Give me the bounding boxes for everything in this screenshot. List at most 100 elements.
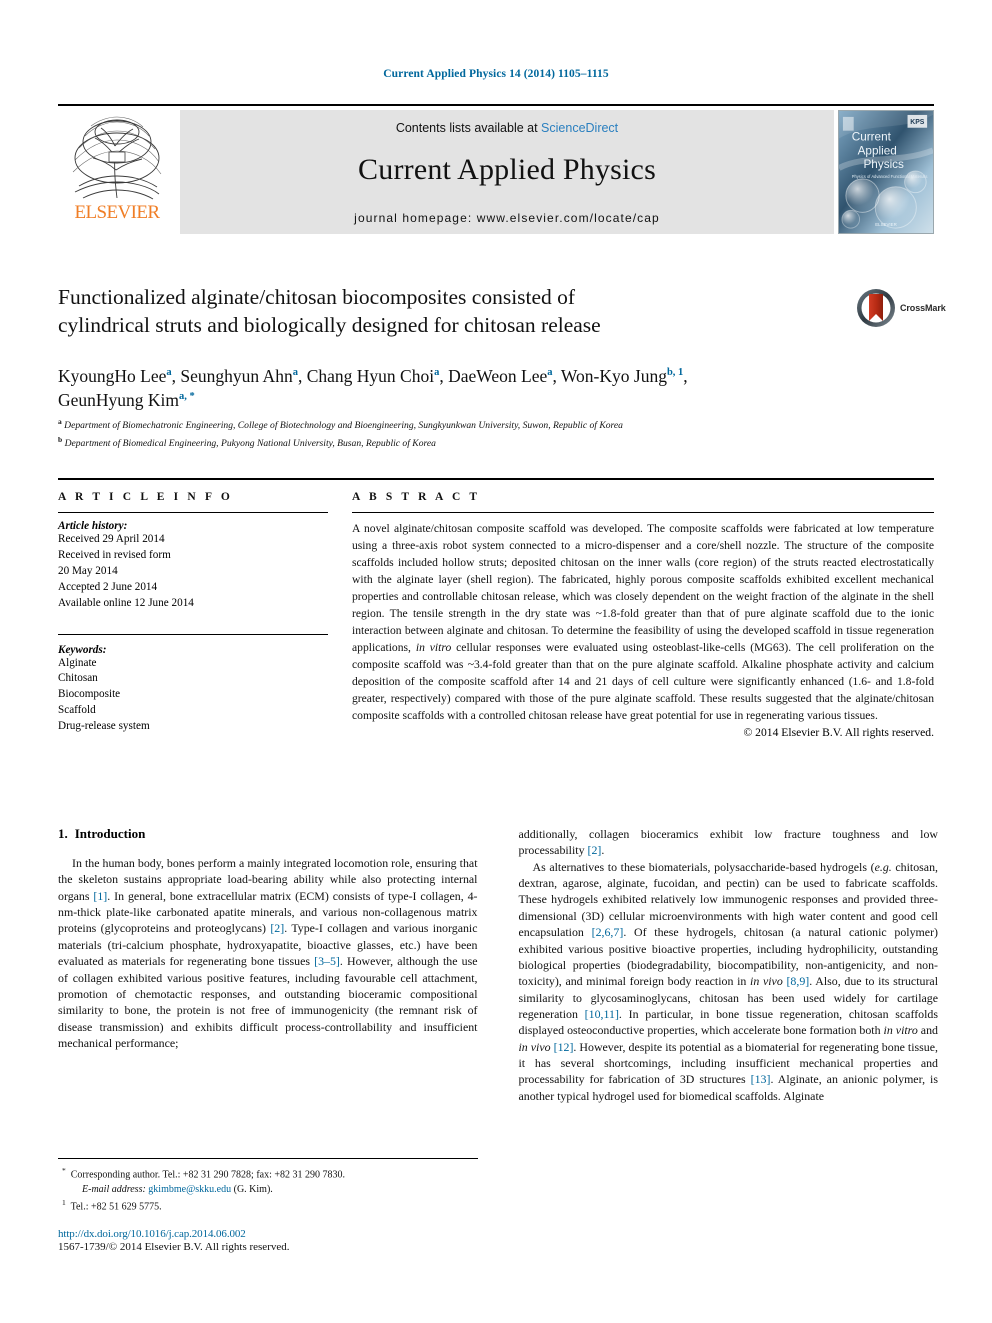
issn-copyright: 1567-1739/© 2014 Elsevier B.V. All right… [58, 1241, 290, 1253]
info-abstract-section: A R T I C L E I N F O Article history: R… [58, 478, 934, 739]
footnote-1-text: Tel.: +82 51 629 5775. [70, 1201, 162, 1213]
author-name-6: GeunHyung Kim [58, 390, 180, 411]
abstract-text: A novel alginate/chitosan composite scaf… [352, 520, 934, 724]
journal-cover-thumbnail: KPS Current Applied Physics Physics of A… [838, 110, 934, 234]
abstract-copyright: © 2014 Elsevier B.V. All rights reserved… [743, 726, 934, 740]
abstract-column: A B S T R A C T A novel alginate/chitosa… [346, 491, 934, 739]
svg-text:ELSEVIER: ELSEVIER [875, 222, 897, 227]
citation-2-6-7[interactable]: [2,6,7] [592, 925, 624, 939]
crossmark-icon [857, 289, 895, 327]
footnote-note-1: 1 Tel.: +82 51 629 5775. [58, 1197, 478, 1214]
article-info-rule [58, 512, 328, 513]
article-info-column: A R T I C L E I N F O Article history: R… [58, 491, 346, 739]
citation-8-9[interactable]: [8,9] [786, 974, 809, 988]
crossmark-badge[interactable]: CrossMark [856, 286, 952, 330]
in-vivo-italic-1: in vivo [750, 974, 783, 989]
author-sup-2[interactable]: a [293, 367, 298, 378]
affiliation-text-b: Department of Biomedical Engineering, Pu… [64, 437, 436, 449]
keywords-label: Keywords: [58, 643, 107, 656]
author-list: KyoungHo Leea, Seunghyun Ahna, Chang Hyu… [58, 366, 688, 411]
keyword-item: Biocomposite [58, 688, 121, 701]
author-sup-4[interactable]: a [547, 367, 552, 378]
in-vitro-italic-2: in vitro [883, 1023, 918, 1038]
intro-r-a: additionally, collagen bioceramics exhib… [518, 827, 939, 858]
author-name-5: Won-Kyo Jung [560, 366, 667, 386]
author-name-3: Chang Hyun Choi [306, 366, 435, 386]
footnotes-block: * Corresponding author. Tel.: +82 31 290… [58, 1158, 478, 1215]
article-history-item: Available online 12 June 2014 [58, 596, 194, 609]
cover-art: KPS Current Applied Physics Physics of A… [839, 111, 933, 233]
section-heading-introduction: 1. Introduction [58, 826, 478, 842]
citation-2[interactable]: [2] [270, 921, 284, 935]
author-sup-3[interactable]: a [434, 367, 439, 378]
citation-2b[interactable]: [2] [588, 843, 602, 857]
intro-r2-g: and [917, 1023, 938, 1038]
intro-r2-a: As alternatives to these biomaterials, p… [532, 859, 875, 874]
svg-text:Physics: Physics [863, 158, 904, 171]
affiliations: a Department of Biomechatronic Engineeri… [58, 416, 938, 451]
affiliation-marker-a: a [58, 417, 62, 426]
title-line-2: cylindrical struts and biologically desi… [58, 312, 601, 337]
intro-l-d: . However, although the use of collagen … [58, 954, 478, 1050]
footnote-corresponding-author: * Corresponding author. Tel.: +82 31 290… [58, 1165, 478, 1197]
elsevier-logo: ELSEVIER [58, 110, 176, 234]
svg-text:Applied: Applied [858, 144, 897, 157]
citation-10-11[interactable]: [10,11] [585, 1007, 619, 1021]
author-name-2: Seunghyun Ahn [180, 366, 293, 386]
affiliation-b: b Department of Biomedical Engineering, … [58, 434, 938, 452]
author-sup-6[interactable]: a, * [179, 391, 195, 402]
body-column-right: additionally, collagen bioceramics exhib… [519, 826, 939, 1104]
running-head: Current Applied Physics 14 (2014) 1105–1… [383, 68, 609, 80]
citation-12[interactable]: [12] [554, 1040, 574, 1054]
intro-r-b: . [601, 843, 605, 858]
section-title: Introduction [74, 826, 146, 841]
article-info-heading: A R T I C L E I N F O [58, 491, 233, 503]
article-history-item: Accepted 2 June 2014 [58, 580, 158, 593]
paper-page: Current Applied Physics 14 (2014) 1105–1… [0, 0, 992, 1323]
sciencedirect-link[interactable]: ScienceDirect [541, 121, 618, 135]
abstract-heading: A B S T R A C T [352, 491, 481, 503]
email-link[interactable]: gkimbme@skku.edu [148, 1184, 231, 1195]
keyword-item: Scaffold [58, 704, 96, 717]
section-number: 1. [58, 826, 68, 841]
journal-homepage[interactable]: journal homepage: www.elsevier.com/locat… [180, 211, 834, 225]
email-owner: (G. Kim). [233, 1184, 273, 1196]
eg-italic: e.g. [874, 859, 892, 874]
affiliation-a: a Department of Biomechatronic Engineeri… [58, 416, 938, 434]
article-history-label: Article history: [58, 520, 128, 532]
keyword-item: Drug-release system [58, 720, 150, 733]
abstract-part-1: A novel alginate/chitosan composite scaf… [352, 522, 934, 655]
affiliation-text-a: Department of Biomechatronic Engineering… [64, 420, 623, 432]
affiliation-marker-b: b [58, 434, 63, 444]
abstract-rule [352, 512, 934, 513]
title-line-1: Functionalized alginate/chitosan biocomp… [58, 285, 576, 309]
article-history-item: Received 29 April 2014 [58, 533, 165, 545]
author-sup-1[interactable]: a [166, 367, 171, 378]
journal-title: Current Applied Physics [358, 153, 656, 186]
in-vivo-italic-2: in vivo [518, 1039, 551, 1054]
page-title-block: Functionalized alginate/chitosan biocomp… [58, 284, 848, 340]
citation-13[interactable]: [13] [751, 1072, 771, 1086]
author-sup-5[interactable]: b, 1 [667, 367, 683, 378]
abstract-italic-in-vitro: in vitro [415, 641, 452, 655]
intro-paragraph-right-2: As alternatives to these biomaterials, p… [519, 859, 939, 1104]
corresponding-author-text: Corresponding author. Tel.: +82 31 290 7… [70, 1169, 346, 1181]
page-title: Functionalized alginate/chitosan biocomp… [58, 284, 848, 340]
elsevier-wordmark: ELSEVIER [74, 202, 161, 223]
contents-prefix: Contents lists available at [395, 121, 542, 135]
citation-3-5[interactable]: [3–5] [314, 954, 340, 968]
svg-text:Physics of Advanced Functional: Physics of Advanced Functional Materials [852, 174, 928, 179]
doi-link[interactable]: http://dx.doi.org/10.1016/j.cap.2014.06.… [58, 1228, 478, 1240]
svg-text:Current: Current [852, 130, 892, 143]
keyword-item: Chitosan [58, 672, 98, 685]
body-columns: 1. Introduction In the human body, bones … [58, 826, 938, 1104]
svg-text:KPS: KPS [910, 119, 924, 126]
asterisk-icon: * [62, 1166, 66, 1175]
footnote-marker-1: 1 [62, 1198, 66, 1208]
contents-available-line: Contents lists available at ScienceDirec… [180, 110, 834, 135]
author-name-4: DaeWeon Lee [448, 366, 548, 386]
email-label: E-mail address: [82, 1184, 146, 1196]
crossmark-label: CrossMark [900, 303, 946, 313]
article-history-item: 20 May 2014 [58, 564, 118, 577]
citation-1[interactable]: [1] [93, 889, 107, 903]
